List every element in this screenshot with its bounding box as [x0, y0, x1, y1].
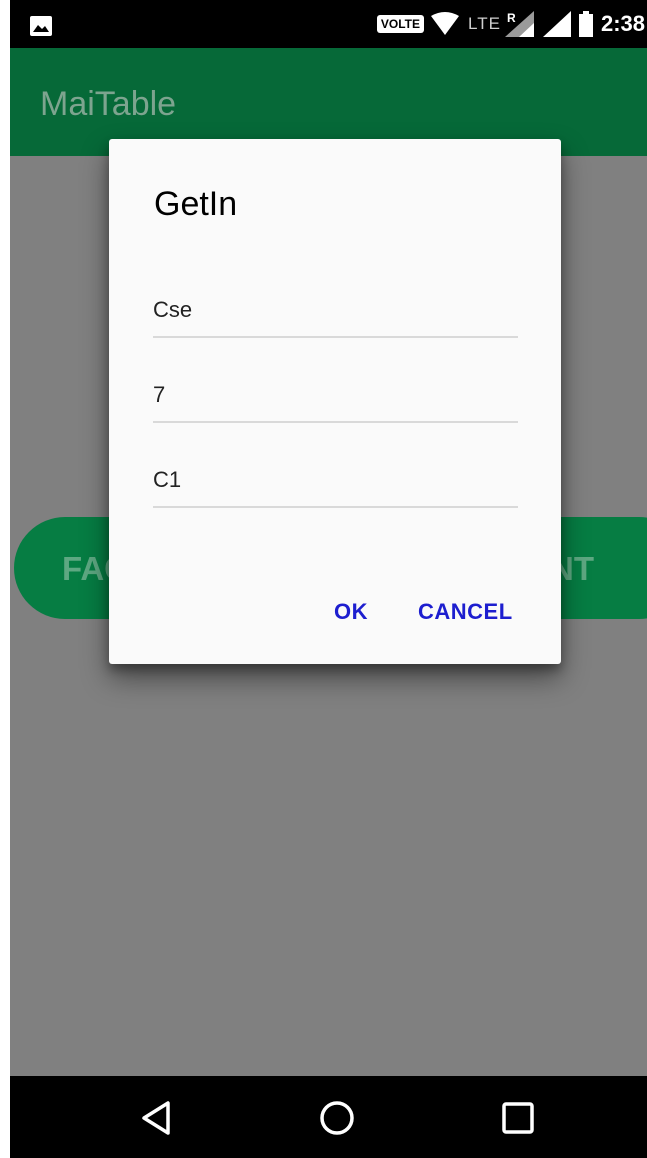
status-bar: VOLTE LTE R 2:38 [10, 0, 647, 48]
signal-icon [542, 11, 571, 37]
ok-button[interactable]: OK [334, 599, 368, 625]
first-input[interactable] [153, 292, 518, 328]
back-icon[interactable] [138, 1098, 178, 1138]
dialog-field-3 [153, 462, 518, 508]
app-title: MaiTable [40, 85, 177, 123]
getin-dialog: GetIn OK CANCEL [109, 139, 561, 664]
dialog-title: GetIn [154, 185, 238, 223]
screen: VOLTE LTE R 2:38 MaiTable FAC NT GetIn C… [10, 0, 647, 1158]
gallery-icon [30, 16, 52, 36]
status-time: 2:38 [600, 11, 645, 36]
third-input[interactable] [153, 462, 518, 498]
navigation-bar [10, 1076, 647, 1158]
signal-roaming-icon: R [504, 11, 534, 37]
recents-icon[interactable] [498, 1098, 538, 1138]
battery-icon [578, 11, 593, 37]
wifi-icon [431, 12, 460, 35]
cancel-button[interactable]: CANCEL [418, 599, 513, 625]
lte-label: LTE [468, 14, 501, 33]
dialog-field-2 [153, 377, 518, 423]
svg-text:R: R [507, 11, 516, 25]
status-icons: VOLTE LTE R 2:38 [376, 0, 647, 48]
second-input[interactable] [153, 377, 518, 413]
volte-badge: VOLTE [376, 15, 425, 33]
home-icon[interactable] [317, 1098, 357, 1138]
dialog-field-1 [153, 292, 518, 338]
